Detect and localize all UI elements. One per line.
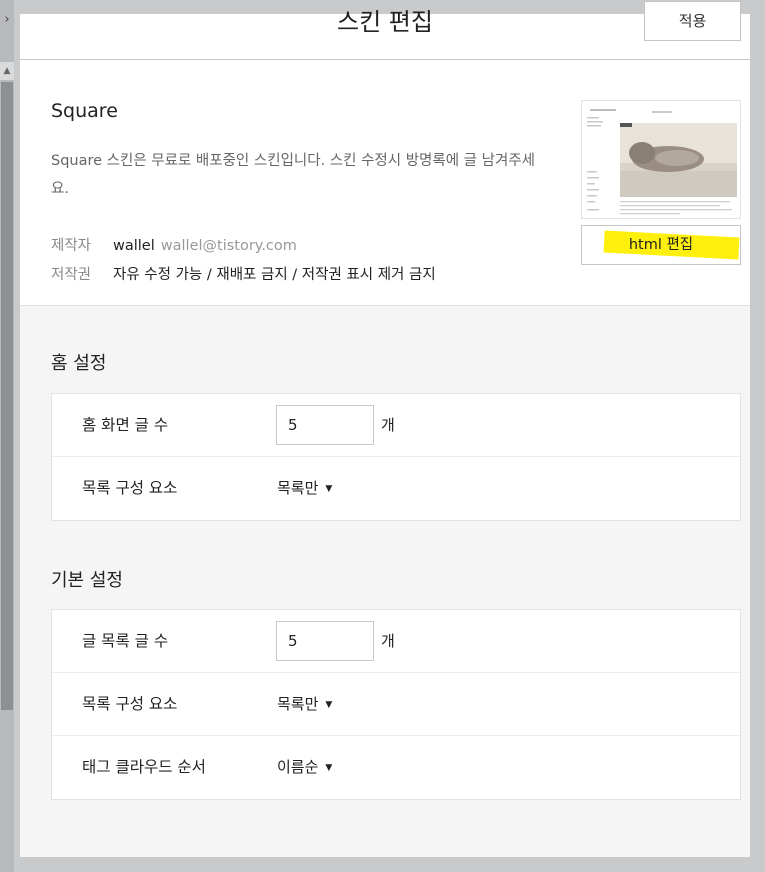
- skin-edit-panel: 스킨 편집 적용 Square Square 스킨은 무료로 배포중인 스킨입니…: [20, 1, 750, 857]
- row-label: 목록 구성 요소: [82, 479, 178, 497]
- caret-down-icon: ▼: [325, 763, 333, 773]
- select-value: 이름순: [277, 758, 319, 776]
- background-editor-strip: › ▲: [0, 0, 14, 872]
- setting-row-list-elements: 목록 구성 요소 목록만 ▼: [52, 673, 740, 736]
- copyright-label: 저작권: [51, 267, 92, 283]
- copyright-row: 저작권 자유 수정 가능 / 재배포 금지 / 저작권 표시 제거 금지: [51, 263, 436, 284]
- basic-settings-card: 글 목록 글 수 개 목록 구성 요소 목록만 ▼ 태그 클라우드 순서 이름순 ▼: [51, 609, 741, 800]
- caret-down-icon: ▼: [325, 700, 333, 710]
- scrollbar-thumb[interactable]: [1, 82, 13, 710]
- panel-header: 스킨 편집 적용: [20, 1, 750, 60]
- scroll-up-arrow[interactable]: ▲: [0, 62, 14, 80]
- skin-info-section: Square Square 스킨은 무료로 배포중인 스킨입니다. 스킨 수정시…: [20, 60, 750, 306]
- basic-settings-title: 기본 설정: [51, 570, 123, 591]
- home-settings-title: 홈 설정: [51, 353, 107, 374]
- home-list-elements-select[interactable]: 목록만 ▼: [277, 457, 332, 521]
- maker-email: wallel@tistory.com: [160, 238, 297, 254]
- setting-row-home-list-elements: 목록 구성 요소 목록만 ▼: [52, 457, 740, 520]
- caret-down-icon: ▼: [325, 484, 333, 494]
- setting-row-tag-cloud-order: 태그 클라우드 순서 이름순 ▼: [52, 736, 740, 799]
- unit-label: 개: [381, 416, 395, 434]
- row-label: 홈 화면 글 수: [82, 416, 169, 434]
- home-settings-card: 홈 화면 글 수 개 목록 구성 요소 목록만 ▼: [51, 393, 741, 521]
- maker-label: 제작자: [51, 238, 92, 254]
- maker-row: 제작자 wallel wallel@tistory.com: [51, 234, 297, 255]
- row-label: 글 목록 글 수: [82, 632, 169, 650]
- page-title: 스킨 편집: [337, 8, 433, 36]
- copyright-value: 자유 수정 가능 / 재배포 금지 / 저작권 표시 제거 금지: [113, 267, 436, 283]
- html-edit-label: html 편집: [628, 237, 694, 253]
- row-label: 태그 클라우드 순서: [82, 758, 206, 776]
- select-value: 목록만: [277, 479, 319, 497]
- select-value: 목록만: [277, 695, 319, 713]
- tag-cloud-order-select[interactable]: 이름순 ▼: [277, 736, 332, 800]
- apply-button[interactable]: 적용: [644, 1, 741, 41]
- row-label: 목록 구성 요소: [82, 695, 178, 713]
- unit-label: 개: [381, 632, 395, 650]
- skin-description: Square 스킨은 무료로 배포중인 스킨입니다. 스킨 수정시 방명록에 글…: [51, 153, 535, 197]
- chevron-right-icon[interactable]: ›: [0, 10, 14, 30]
- setting-row-post-list-count: 글 목록 글 수 개: [52, 610, 740, 673]
- setting-row-home-post-count: 홈 화면 글 수 개: [52, 394, 740, 457]
- skin-name: Square: [51, 100, 118, 122]
- maker-name: wallel: [113, 238, 155, 254]
- skin-preview-thumbnail: [581, 100, 741, 219]
- post-list-count-input[interactable]: [276, 621, 374, 661]
- list-elements-select[interactable]: 목록만 ▼: [277, 673, 332, 737]
- html-edit-button[interactable]: html 편집: [581, 225, 741, 265]
- home-post-count-input[interactable]: [276, 405, 374, 445]
